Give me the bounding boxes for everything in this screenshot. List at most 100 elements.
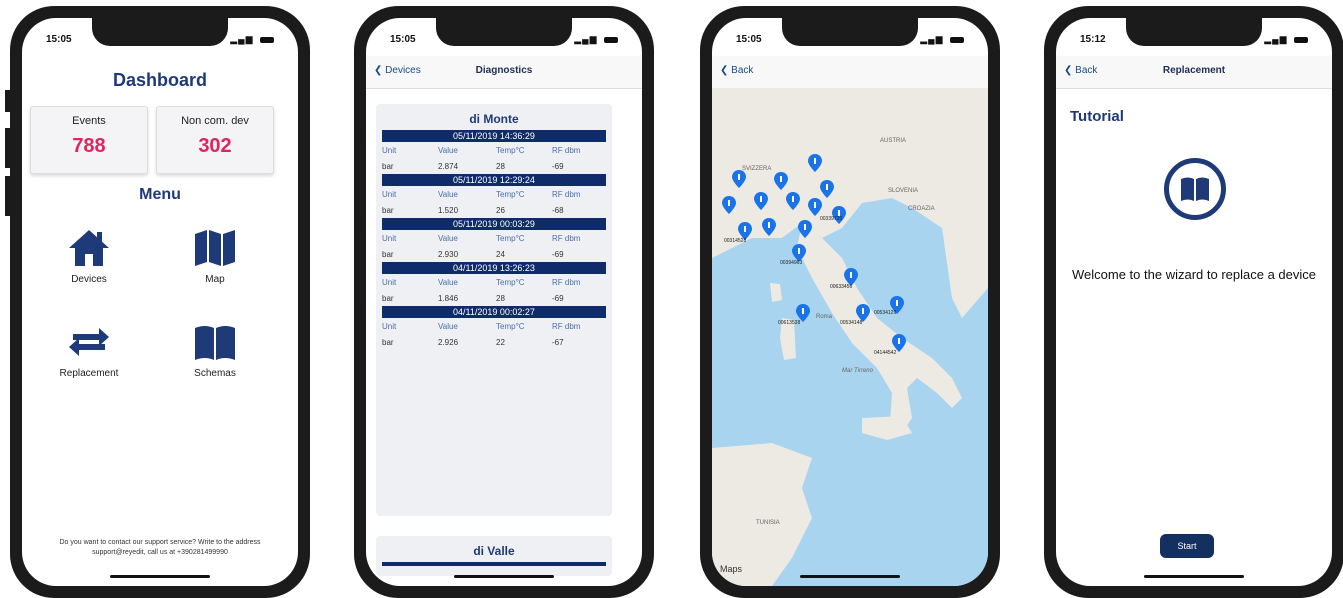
back-button[interactable]: ❮ Back — [720, 65, 753, 76]
notch — [782, 18, 918, 46]
pin-label: 00314528 — [724, 238, 747, 244]
table-cell: bar — [382, 205, 394, 215]
column-header: Value — [438, 145, 458, 155]
map-land — [712, 88, 988, 586]
chevron-left-icon: ❮ — [720, 65, 729, 76]
pin-label: 00613538 — [778, 320, 801, 326]
table-cell: 2.874 — [438, 161, 459, 171]
table-row: bar 1.520 26 -68 — [382, 202, 606, 218]
map-pin-icon[interactable] — [808, 198, 822, 216]
map-pin-icon[interactable] — [732, 170, 746, 188]
book-icon — [1181, 177, 1209, 201]
menu-item-replacement[interactable]: Replacement — [34, 322, 144, 402]
map-pin-icon[interactable] — [762, 218, 776, 236]
home-indicator[interactable] — [110, 575, 210, 578]
map-view[interactable]: 00339720 00314528 00394963 00633456 00613538… — [712, 88, 988, 586]
column-header: RF dbm — [552, 189, 581, 199]
menu-label-replacement: Replacement — [59, 368, 119, 379]
pin-label: 00534148 — [840, 320, 863, 326]
nav-title: Diagnostics — [475, 65, 533, 76]
map-label: TUNISIA — [756, 520, 780, 526]
status-icons: ▂▄▆ — [230, 34, 274, 45]
column-header: Unit — [382, 189, 397, 199]
phone-dashboard: 15:05 ▂▄▆ Dashboard Events 788 Non com. … — [10, 6, 310, 598]
back-label: Back — [731, 65, 754, 76]
status-time: 15:05 — [46, 34, 72, 45]
non-com-dev-card[interactable]: Non com. dev 302 — [156, 106, 274, 174]
battery-icon — [604, 36, 618, 43]
menu-item-schemas[interactable]: Schemas — [160, 322, 270, 402]
table-row: bar 2.930 24 -69 — [382, 246, 606, 262]
start-button[interactable]: Start — [1160, 534, 1214, 558]
menu-item-map[interactable]: Map — [160, 228, 270, 308]
nav-title: Replacement — [1162, 65, 1226, 76]
map-pin-icon[interactable] — [820, 180, 834, 198]
battery-icon — [260, 36, 274, 43]
page-title: Dashboard — [112, 70, 208, 90]
tutorial-title: Tutorial — [1070, 108, 1124, 125]
home-indicator[interactable] — [1144, 575, 1244, 578]
status-time: 15:05 — [390, 34, 416, 45]
date-bar-partial — [382, 562, 606, 566]
phone-map: 15:05 ▂▄▆ ❮ Back 00339720 00314528 0039496… — [700, 6, 1000, 598]
map-pin-icon[interactable] — [808, 154, 822, 172]
menu-label-devices: Devices — [71, 274, 107, 285]
column-header-row: Unit Value Temp°C RF dbm — [382, 318, 606, 334]
navigation-bar: ❮ Back — [712, 56, 988, 89]
date-bar: 04/11/2019 13:26:23 — [382, 262, 606, 274]
status-time: 15:12 — [1080, 34, 1106, 45]
pin-label: 00534129 — [874, 310, 897, 316]
column-header-row: Unit Value Temp°C RF dbm — [382, 274, 606, 290]
swap-arrows-icon — [69, 328, 109, 356]
table-row: bar 2.874 28 -69 — [382, 158, 606, 174]
home-indicator[interactable] — [454, 575, 554, 578]
welcome-text: Welcome to the wizard to replace a devic… — [1072, 267, 1316, 282]
map-pin-icon[interactable] — [774, 172, 788, 190]
map-pin-icon[interactable] — [798, 220, 812, 238]
column-header: RF dbm — [552, 321, 581, 331]
column-header: Temp°C — [496, 321, 525, 331]
menu-label-schemas: Schemas — [194, 368, 236, 379]
home-indicator[interactable] — [800, 575, 900, 578]
table-cell: bar — [382, 293, 394, 303]
pin-label: 04144542 — [874, 350, 897, 356]
map-pin-icon[interactable] — [754, 192, 768, 210]
status-time: 15:05 — [736, 34, 762, 45]
navigation-bar: ❮ Back Replacement — [1056, 56, 1332, 89]
maps-logo: Maps — [720, 564, 743, 574]
book-icon — [195, 326, 235, 360]
notch — [436, 18, 572, 46]
menu-item-devices[interactable]: Devices — [34, 228, 144, 308]
column-header: Unit — [382, 145, 397, 155]
map-pin-icon[interactable] — [722, 196, 736, 214]
device-panel-2: di Valle — [376, 536, 612, 576]
column-header: Unit — [382, 321, 397, 331]
entries-list: 05/11/2019 14:36:29 Unit Value Temp°C RF dbm… — [376, 130, 612, 350]
table-row: bar 2.926 22 -67 — [382, 334, 606, 350]
table-cell: 2.926 — [438, 337, 459, 347]
table-cell: 2.930 — [438, 249, 459, 259]
table-cell: -69 — [552, 161, 564, 171]
date-bar: 05/11/2019 14:36:29 — [382, 130, 606, 142]
table-cell: 28 — [496, 161, 505, 171]
column-header: Temp°C — [496, 145, 525, 155]
map-label: AUSTRIA — [880, 138, 907, 144]
column-header: RF dbm — [552, 233, 581, 243]
column-header: Value — [438, 189, 458, 199]
column-header: Unit — [382, 233, 397, 243]
pin-label: 00339720 — [820, 216, 843, 222]
map-pin-icon[interactable] — [786, 192, 800, 210]
dashboard-screen: 15:05 ▂▄▆ Dashboard Events 788 Non com. … — [22, 18, 298, 586]
table-cell: -68 — [552, 205, 564, 215]
support-footer: Do you want to contact our support servi… — [59, 539, 261, 556]
column-header: Temp°C — [496, 233, 525, 243]
map-label: Mar Tirreno — [842, 368, 873, 374]
events-card[interactable]: Events 788 — [30, 106, 148, 174]
column-header-row: Unit Value Temp°C RF dbm — [382, 142, 606, 158]
table-cell: 24 — [496, 249, 505, 259]
map-icon — [195, 230, 235, 266]
column-header: RF dbm — [552, 145, 581, 155]
book-circle-icon — [1164, 158, 1226, 220]
phone-diagnostics: 15:05 ▂▄▆ ❮ Devices Diagnostics di Monte… — [354, 6, 654, 598]
table-cell: 26 — [496, 205, 505, 215]
